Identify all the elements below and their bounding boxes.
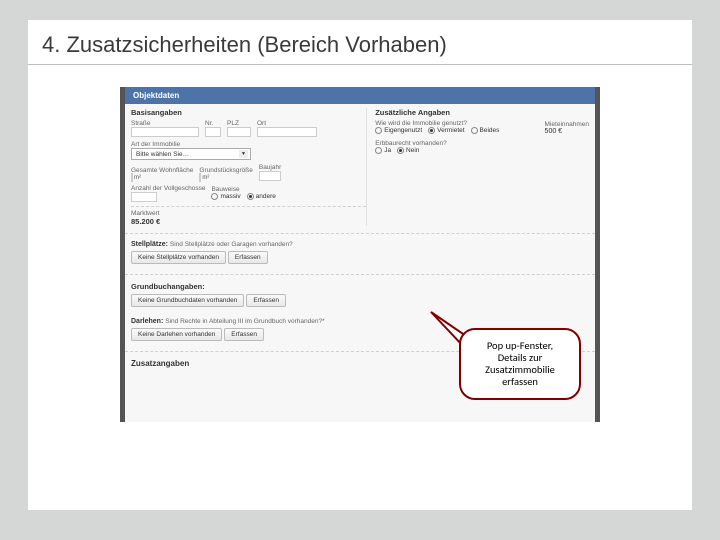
erb-nein-label: Nein [406, 147, 419, 154]
callout-line-4: erfassen [502, 375, 538, 388]
wohn-label: Gesamte Wohnfläche [131, 167, 193, 174]
nutzung-vermietet-radio[interactable]: Vermietet [428, 127, 464, 134]
ort-label: Ort [257, 120, 317, 127]
nutzung-eigen-label: Eigengenutzt [384, 127, 422, 134]
stell-erfassen-button[interactable]: Erfassen [228, 251, 268, 264]
plz-field: PLZ [227, 120, 251, 137]
baujahr-label: Baujahr [259, 164, 281, 171]
darlehen-text: Sind Rechte in Abteilung III im Grundbuc… [165, 318, 324, 325]
popup-titlebar: Objektdaten [125, 87, 595, 104]
erb-nein-radio[interactable]: Nein [397, 147, 419, 154]
street-field: Straße [131, 120, 199, 137]
erb-label: Erbbaurecht vorhanden? [375, 140, 589, 147]
nr-input[interactable] [205, 127, 221, 137]
section-divider-1 [125, 233, 595, 234]
nutzung-vermietet-label: Vermietet [437, 127, 464, 134]
miet-field: Mieteinnahmen 500 € [545, 121, 589, 135]
callout-line-3: Zusatzimmobilie [485, 363, 555, 376]
popup-screenshot: Objektdaten Basisangaben Straße Nr. [120, 87, 600, 422]
size-row: Gesamte Wohnfläche m² Grundstücksgröße m… [131, 164, 366, 181]
wohn-field: Gesamte Wohnfläche m² [131, 167, 193, 181]
stell-none-button[interactable]: Keine Stellplätze vorhanden [131, 251, 226, 264]
type-select-text: Bitte wählen Sie… [136, 151, 189, 158]
bauweise-andere-radio[interactable]: andere [247, 193, 276, 200]
callout-bubble: Pop up-Fenster, Details zur Zusatzimmobi… [459, 328, 581, 400]
ort-field: Ort [257, 120, 317, 137]
plz-input[interactable] [227, 127, 251, 137]
plz-label: PLZ [227, 120, 251, 127]
nr-label: Nr. [205, 120, 221, 127]
type-select[interactable]: Bitte wählen Sie… [131, 148, 251, 160]
street-input[interactable] [131, 127, 199, 137]
anzahl-label: Anzahl der Vollgeschosse [131, 185, 205, 192]
nutzung-label: Wie wird die Immobilie genutzt? [375, 120, 538, 127]
darlehen-erfassen-button[interactable]: Erfassen [224, 328, 264, 341]
nutzung-row: Wie wird die Immobilie genutzt? Eigengen… [375, 120, 589, 136]
type-label: Art der Immobilie [131, 141, 366, 148]
section-divider-2 [125, 274, 595, 275]
nutzung-beides-radio[interactable]: Beides [471, 127, 500, 134]
bauweise-field: Bauweise massiv andere [211, 186, 279, 202]
bauweise-massiv-radio[interactable]: massiv [211, 193, 240, 200]
slide-heading: 4. Zusatzsicherheiten (Bereich Vorhaben) [28, 20, 692, 58]
popup-body: Basisangaben Straße Nr. PLZ [125, 104, 595, 230]
type-field: Art der Immobilie Bitte wählen Sie… [131, 141, 366, 160]
slide: 4. Zusatzsicherheiten (Bereich Vorhaben)… [28, 20, 692, 510]
bauweise-andere-label: andere [256, 193, 276, 200]
erb-ja-radio[interactable]: Ja [375, 147, 391, 154]
marktwert-label: Marktwert [131, 210, 366, 217]
basis-heading: Basisangaben [131, 108, 366, 117]
address-row: Straße Nr. PLZ Ort [131, 120, 366, 137]
stell-heading: Stellplätze: [131, 241, 168, 248]
grund-unit: m² [202, 175, 209, 181]
bauweise-massiv-label: massiv [220, 193, 240, 200]
marktwert-value: 85.200 € [131, 217, 366, 226]
erb-ja-label: Ja [384, 147, 391, 154]
stell-text: Sind Stellplätze oder Garagen vorhanden? [170, 241, 293, 248]
basis-column: Basisangaben Straße Nr. PLZ [131, 108, 366, 226]
grundbuch-heading: Grundbuchangaben: [131, 282, 589, 291]
wohn-unit: m² [134, 175, 141, 181]
wohn-input[interactable] [131, 173, 133, 182]
marktwert-field: Marktwert 85.200 € [131, 210, 366, 226]
anzahl-field: Anzahl der Vollgeschosse [131, 185, 205, 202]
baujahr-field: Baujahr [259, 164, 281, 181]
darlehen-none-button[interactable]: Keine Darlehen vorhanden [131, 328, 222, 341]
nr-field: Nr. [205, 120, 221, 137]
ort-input[interactable] [257, 127, 317, 137]
bauweise-label: Bauweise [211, 186, 279, 193]
nutzung-field: Wie wird die Immobilie genutzt? Eigengen… [375, 120, 538, 136]
floors-row: Anzahl der Vollgeschosse Bauweise massiv… [131, 185, 366, 202]
grundbuch-none-button[interactable]: Keine Grundbuchdaten vorhanden [131, 294, 244, 307]
basis-divider [131, 206, 366, 207]
callout-line-2: Details zur [498, 351, 543, 364]
grundbuch-section: Grundbuchangaben: Keine Grundbuchdaten v… [125, 278, 595, 314]
zusatz-column: Zusätzliche Angaben Wie wird die Immobil… [366, 108, 589, 226]
grund-label: Grundstücksgröße [199, 167, 252, 174]
erb-field: Erbbaurecht vorhanden? Ja Nein [375, 140, 589, 156]
grund-field: Grundstücksgröße m² [199, 167, 252, 181]
baujahr-input[interactable] [259, 171, 281, 181]
miet-label: Mieteinnahmen [545, 121, 589, 128]
nutzung-eigen-radio[interactable]: Eigengenutzt [375, 127, 422, 134]
callout-line-1: Pop up-Fenster, [487, 339, 553, 352]
anzahl-input[interactable] [131, 192, 157, 202]
stell-section: Stellplätze: Sind Stellplätze oder Garag… [125, 237, 595, 271]
grundbuch-erfassen-button[interactable]: Erfassen [246, 294, 286, 307]
nutzung-beides-label: Beides [480, 127, 500, 134]
zusatz-heading: Zusätzliche Angaben [375, 108, 589, 117]
miet-value: 500 € [545, 128, 589, 135]
street-label: Straße [131, 120, 199, 127]
heading-divider [28, 64, 692, 65]
darlehen-label: Darlehen: [131, 318, 163, 325]
